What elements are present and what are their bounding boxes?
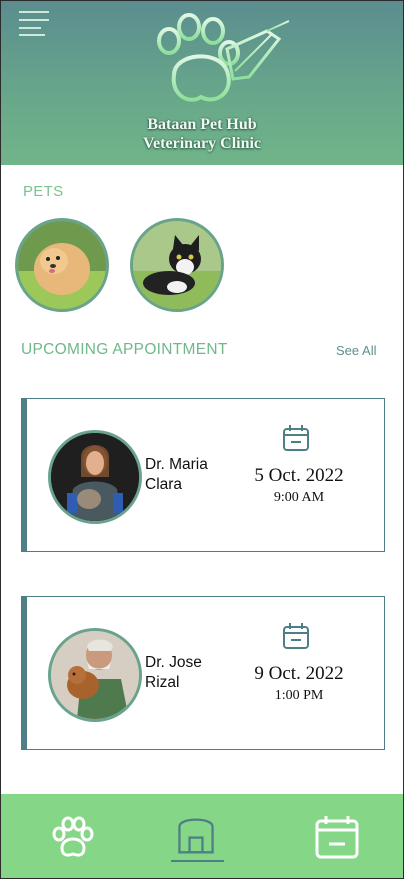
doctor-name-line1: Dr. Maria <box>145 456 208 473</box>
nav-home-icon[interactable] <box>173 810 219 856</box>
bottom-nav <box>1 794 403 878</box>
clinic-name-line1: Bataan Pet Hub <box>147 116 257 133</box>
calendar-icon <box>283 623 309 649</box>
doctor-name-line1: Dr. Jose <box>145 654 202 671</box>
appointment-time: 1:00 PM <box>274 688 324 703</box>
cat-pet-photo[interactable] <box>130 218 224 312</box>
appointment-date: 5 Oct. 2022 <box>254 465 344 486</box>
header: Bataan Pet Hub Veterinary Clinic <box>1 1 403 165</box>
appointment-card[interactable]: Dr. Maria Clara 5 Oct. 2022 9:00 AM <box>21 398 385 552</box>
doctor-name-line2: Rizal <box>145 674 180 691</box>
doctor-avatar <box>48 628 142 722</box>
paw-leaf-logo <box>157 13 290 102</box>
nav-paw-icon[interactable] <box>50 814 96 860</box>
clinic-name: Bataan Pet Hub Veterinary Clinic <box>1 115 403 153</box>
app-screen: Bataan Pet Hub Veterinary Clinic PETS UP… <box>0 0 404 879</box>
doctor-name: Dr. Maria Clara <box>145 455 235 495</box>
hamburger-menu-icon[interactable] <box>19 11 49 37</box>
appointment-date: 9 Oct. 2022 <box>254 663 344 684</box>
doctor-avatar <box>48 430 142 524</box>
appointment-card[interactable]: Dr. Jose Rizal 9 Oct. 2022 1:00 PM <box>21 596 385 750</box>
doctor-name: Dr. Jose Rizal <box>145 653 235 693</box>
upcoming-appointment-title: UPCOMING APPOINTMENT <box>21 341 228 358</box>
doctor-name-line2: Clara <box>145 476 183 493</box>
pomeranian-pet-photo[interactable] <box>15 218 109 312</box>
active-tab-indicator <box>171 860 224 862</box>
nav-calendar-icon[interactable] <box>314 814 360 860</box>
calendar-icon <box>283 425 309 451</box>
clinic-name-line2: Veterinary Clinic <box>142 135 262 152</box>
pets-section-title: PETS <box>23 183 64 200</box>
appointment-time: 9:00 AM <box>273 490 325 505</box>
see-all-link[interactable]: See All <box>336 343 376 358</box>
